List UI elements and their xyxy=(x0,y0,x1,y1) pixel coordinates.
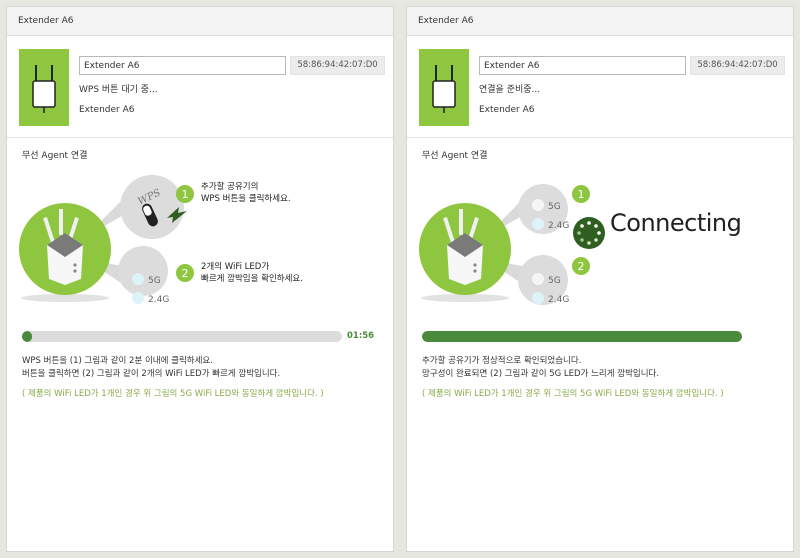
step1-badge: 1 xyxy=(182,188,189,201)
led-note: ( 제품의 WiFi LED가 1개인 경우 위 그림의 5G WiFi LED… xyxy=(422,389,724,399)
section-label: 무선 Agent 연결 xyxy=(422,151,488,161)
mac-address: 58:86:94:42:07:D0 xyxy=(290,56,385,75)
device-info: 58:86:94:42:07:D0 연결을 준비중... Extender A6 xyxy=(407,36,793,138)
spinner-icon xyxy=(573,217,605,249)
led-24g-label: 2.4G xyxy=(148,295,169,305)
progress-fill xyxy=(422,331,742,342)
led-5g-label: 5G xyxy=(148,276,161,286)
device-name-input[interactable] xyxy=(79,56,286,75)
led-5g-label: 5G xyxy=(548,202,561,212)
step2-badge: 2 xyxy=(182,267,189,280)
panel-title: Extender A6 xyxy=(407,7,793,36)
panel-title: Extender A6 xyxy=(7,7,393,36)
extender-thumbnail xyxy=(19,49,69,126)
extender-panel-connecting: Extender A6 58:86:94:42:07:D0 연결을 준비중...… xyxy=(406,6,794,552)
connecting-illustration: 5G 2.4G 5G 2.4G 1 2 xyxy=(419,184,605,305)
extender-device-icon xyxy=(432,65,456,113)
device-name-input[interactable] xyxy=(479,56,686,75)
mac-address: 58:86:94:42:07:D0 xyxy=(690,56,785,75)
led-5g-label-2: 5G xyxy=(548,276,561,286)
section-label: 무선 Agent 연결 xyxy=(22,151,88,161)
led-24g-label-2: 2.4G xyxy=(548,295,569,305)
extender-panel-wps: Extender A6 58:86:94:42:07:D0 WPS 버튼 대기 … xyxy=(6,6,394,552)
led-note: ( 제품의 WiFi LED가 1개인 경우 위 그림의 5G WiFi LED… xyxy=(22,389,324,399)
extender-thumbnail xyxy=(419,49,469,126)
countdown-timer: 01:56 xyxy=(347,331,375,341)
step2-instruction: 2개의 WiFi LED가 빠르게 깜박임을 확인하세요. xyxy=(201,262,303,284)
device-name-label: Extender A6 xyxy=(479,105,535,115)
step1-instruction: 추가할 공유기의 WPS 버튼을 클릭하세요. xyxy=(201,182,291,204)
device-name-label: Extender A6 xyxy=(79,105,135,115)
device-info: 58:86:94:42:07:D0 WPS 버튼 대기 중... Extende… xyxy=(7,36,393,138)
step2-badge: 2 xyxy=(578,260,585,273)
progress-bar xyxy=(422,331,742,342)
progress-fill xyxy=(22,331,32,342)
connecting-label: Connecting xyxy=(610,209,742,237)
extender-device-icon xyxy=(32,65,56,113)
connection-status: 연결을 준비중... xyxy=(479,85,541,95)
instruction-text: 추가할 공유기가 정상적으로 확인되었습니다. 망구성이 완료되면 (2) 그림… xyxy=(422,356,660,379)
led-24g-label: 2.4G xyxy=(548,221,569,231)
step1-badge: 1 xyxy=(578,188,585,201)
progress-bar xyxy=(22,331,342,342)
connection-status: WPS 버튼 대기 중... xyxy=(79,85,158,95)
instruction-text: WPS 버튼을 (1) 그림과 같이 2분 이내에 클릭하세요. 버튼을 클릭하… xyxy=(22,356,281,379)
